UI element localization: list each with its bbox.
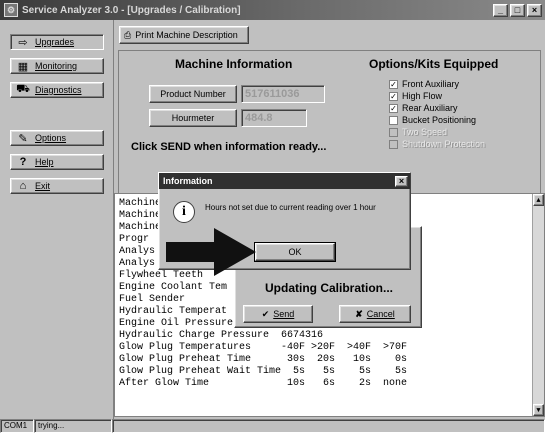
left-nav: ⇨ Upgrades ▦ Monitoring ⛟ Diagnostics ✎ … bbox=[0, 20, 114, 420]
checkbox-checked[interactable]: ✓ bbox=[389, 79, 398, 89]
ok-button[interactable]: OK bbox=[254, 242, 336, 262]
option-rear-auxiliary[interactable]: ✓ Rear Auxiliary bbox=[389, 103, 458, 113]
info-icon: i bbox=[173, 201, 195, 223]
checkbox-checked[interactable]: ✓ bbox=[389, 103, 398, 113]
nav-monitoring-button[interactable]: ▦ Monitoring bbox=[10, 58, 104, 74]
status-port: COM1 bbox=[0, 419, 34, 433]
option-front-auxiliary[interactable]: ✓ Front Auxiliary bbox=[389, 79, 459, 89]
checkbox-checked[interactable]: ✓ bbox=[389, 91, 398, 101]
option-label: Shutdown Protection bbox=[402, 139, 486, 149]
exit-icon: ⌂ bbox=[19, 180, 27, 192]
restore-button[interactable]: □ bbox=[510, 3, 525, 17]
option-label: High Flow bbox=[402, 91, 443, 101]
info-dialog-title-bar: Information × bbox=[159, 173, 410, 189]
options-icon: ✎ bbox=[18, 132, 28, 145]
scroll-up-icon[interactable]: ▲ bbox=[533, 194, 544, 206]
info-dialog-title: Information bbox=[163, 176, 213, 186]
nav-help-button[interactable]: ? Help bbox=[10, 154, 104, 170]
status-bar: COM1 trying... bbox=[0, 419, 545, 433]
option-label: Two Speed bbox=[402, 127, 448, 137]
print-machine-description-button[interactable]: ⎙ Print Machine Description bbox=[119, 26, 249, 44]
console-row: Glow Plug Temperatures -40F >20F >40F >7… bbox=[119, 342, 408, 353]
machine-info-heading: Machine Information bbox=[175, 57, 293, 71]
minimize-button[interactable]: _ bbox=[493, 3, 508, 17]
nav-upgrades-label: Upgrades bbox=[35, 37, 75, 47]
nav-exit-label: Exit bbox=[35, 181, 51, 191]
nav-diagnostics-label: Diagnostics bbox=[35, 85, 82, 95]
scroll-down-icon[interactable]: ▼ bbox=[533, 404, 544, 416]
cancel-label: Cancel bbox=[366, 309, 395, 319]
nav-monitoring-label: Monitoring bbox=[35, 61, 78, 71]
console-row: After Glow Time 10s 6s 2s none bbox=[119, 378, 408, 389]
hourmeter-button[interactable]: Hourmeter bbox=[149, 109, 237, 127]
title-bar: ⚙ Service Analyzer 3.0 - [Upgrades / Cal… bbox=[0, 0, 545, 20]
option-two-speed: Two Speed bbox=[389, 127, 447, 137]
upgrades-icon: ⇨ bbox=[18, 36, 28, 49]
cancel-button[interactable]: ✘ Cancel bbox=[339, 305, 411, 323]
monitoring-icon: ▦ bbox=[17, 60, 29, 73]
help-icon: ? bbox=[19, 156, 27, 168]
pointer-arrow-icon bbox=[166, 228, 256, 276]
hourmeter-field[interactable]: 484.8 bbox=[241, 109, 307, 127]
status-state: trying... bbox=[34, 419, 112, 433]
checkbox-unchecked[interactable] bbox=[389, 115, 398, 125]
update-dialog-title: Updating Calibration... bbox=[265, 281, 393, 295]
printer-icon: ⎙ bbox=[124, 29, 132, 40]
nav-options-button[interactable]: ✎ Options bbox=[10, 130, 104, 146]
console-row: Glow Plug Preheat Time 30s 20s 10s 0s bbox=[119, 354, 408, 365]
option-label: Front Auxiliary bbox=[402, 79, 460, 89]
option-label: Bucket Positioning bbox=[402, 115, 477, 125]
option-bucket-positioning[interactable]: Bucket Positioning bbox=[389, 115, 476, 125]
console-row: Glow Plug Preheat Wait Time 5s 5s 5s 5s bbox=[119, 366, 408, 377]
send-prompt: Click SEND when information ready... bbox=[131, 141, 327, 153]
product-number-button[interactable]: Product Number bbox=[149, 85, 237, 103]
product-number-field[interactable]: 517611036 bbox=[241, 85, 325, 103]
nav-options-label: Options bbox=[35, 133, 67, 143]
console-row: Hydraulic Charge Pressure 6674316 bbox=[119, 330, 324, 341]
option-high-flow[interactable]: ✓ High Flow bbox=[389, 91, 442, 101]
nav-help-label: Help bbox=[35, 157, 54, 167]
info-message: Hours not set due to current reading ove… bbox=[205, 203, 376, 212]
checkbox-disabled bbox=[389, 139, 398, 149]
window-title: Service Analyzer 3.0 - [Upgrades / Calib… bbox=[22, 4, 241, 16]
diagnostics-icon: ⛟ bbox=[16, 83, 30, 95]
x-icon: ✘ bbox=[355, 308, 363, 319]
checkmark-icon: ✔ bbox=[261, 308, 270, 319]
options-kits-heading: Options/Kits Equipped bbox=[369, 57, 499, 71]
console-scrollbar[interactable]: ▲ ▼ bbox=[532, 194, 544, 416]
nav-diagnostics-button[interactable]: ⛟ Diagnostics bbox=[10, 82, 104, 98]
nav-exit-button[interactable]: ⌂ Exit bbox=[10, 178, 104, 194]
status-empty bbox=[112, 419, 545, 433]
option-label: Rear Auxiliary bbox=[402, 103, 458, 113]
option-shutdown-protection: Shutdown Protection bbox=[389, 139, 485, 149]
nav-upgrades-button[interactable]: ⇨ Upgrades bbox=[10, 34, 104, 50]
send-label: Send bbox=[273, 309, 295, 319]
checkbox-disabled bbox=[389, 127, 398, 137]
info-close-button[interactable]: × bbox=[395, 175, 408, 187]
send-button[interactable]: ✔ Send bbox=[243, 305, 313, 323]
close-button[interactable]: × bbox=[527, 3, 542, 17]
app-icon[interactable]: ⚙ bbox=[4, 3, 18, 17]
print-button-label: Print Machine Description bbox=[135, 30, 238, 40]
